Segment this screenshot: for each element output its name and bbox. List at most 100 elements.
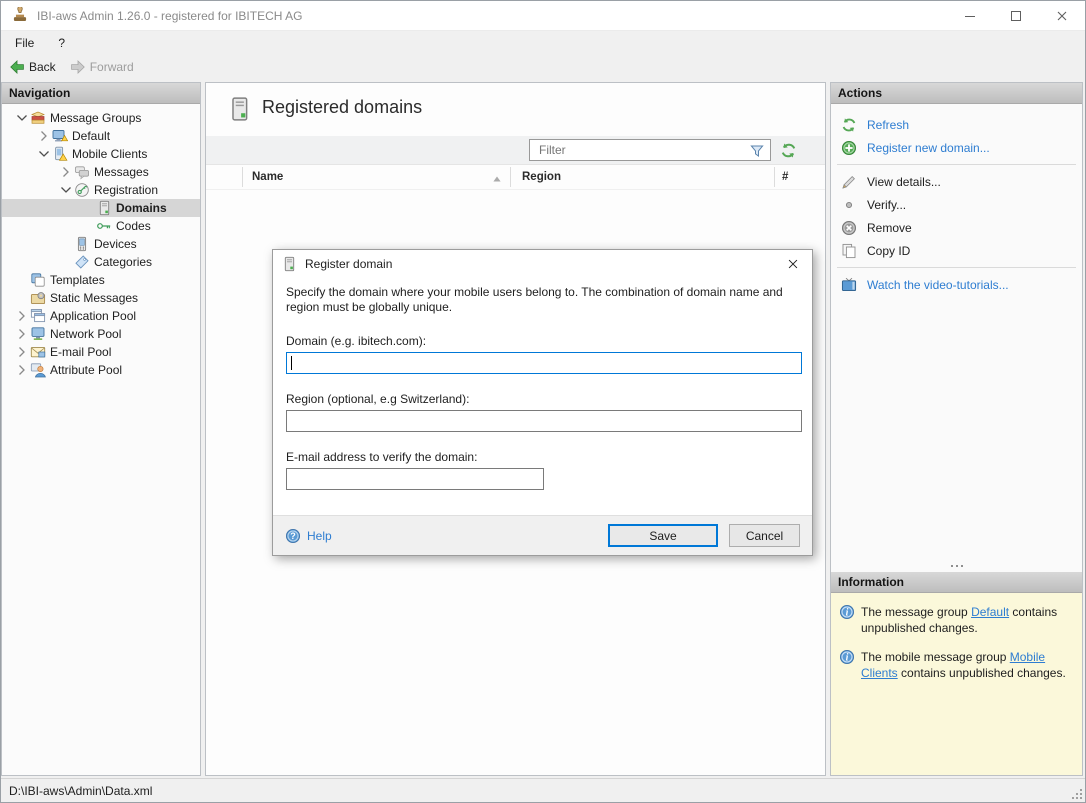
navigation-panel: Navigation Message Groups Default Mobile… [1, 82, 201, 776]
forward-label: Forward [90, 60, 134, 74]
email-field-box [286, 468, 544, 490]
chevron-right-icon[interactable] [36, 128, 52, 144]
remove-circle-icon [841, 220, 857, 236]
domain-input[interactable] [287, 353, 801, 373]
message-groups-icon [30, 110, 46, 126]
filter-funnel-icon[interactable] [749, 143, 765, 159]
tree-item-default[interactable]: Default [2, 127, 200, 145]
text-caret [291, 356, 292, 370]
filter-strip [206, 136, 825, 164]
chevron-down-icon[interactable] [58, 182, 74, 198]
tree-item-categories[interactable]: Categories [2, 253, 200, 271]
monitor-warning-icon [52, 128, 68, 144]
info-circle-icon [839, 649, 855, 665]
page-title: Registered domains [262, 97, 422, 118]
info-link-default[interactable]: Default [971, 605, 1009, 619]
close-button[interactable] [1039, 1, 1085, 30]
help-link[interactable]: Help [285, 528, 332, 544]
tree-item-email-pool[interactable]: E-mail Pool [2, 343, 200, 361]
info-item: The message group Default contains unpub… [839, 604, 1074, 636]
dialog-title: Register domain [305, 257, 392, 271]
tree-item-domains[interactable]: Domains [2, 199, 200, 217]
tree-item-devices[interactable]: Devices [2, 235, 200, 253]
attribute-pool-icon [30, 362, 46, 378]
dialog-buttons: Save Cancel [608, 524, 800, 547]
add-circle-icon [841, 140, 857, 156]
tree-item-network-pool[interactable]: Network Pool [2, 325, 200, 343]
back-button[interactable]: Back [3, 57, 62, 77]
action-copy-id[interactable]: Copy ID [831, 239, 1082, 262]
twisty-spacer [14, 290, 30, 306]
dialog-close-button[interactable] [782, 253, 804, 275]
tree-item-templates[interactable]: Templates [2, 271, 200, 289]
column-header-name[interactable]: Name [252, 171, 283, 183]
tv-icon [841, 277, 857, 293]
application-pool-icon [30, 308, 46, 324]
window-controls [947, 1, 1085, 30]
tree-item-mobile-clients[interactable]: Mobile Clients [2, 145, 200, 163]
forward-button[interactable]: Forward [64, 57, 140, 77]
window-title: IBI-aws Admin 1.26.0 - registered for IB… [37, 9, 302, 23]
tree-item-codes[interactable]: Codes [2, 217, 200, 235]
action-refresh[interactable]: Refresh [831, 113, 1082, 136]
maximize-button[interactable] [993, 1, 1039, 30]
chevron-right-icon[interactable] [14, 344, 30, 360]
status-bar: D:\IBI-aws\Admin\Data.xml [1, 778, 1085, 802]
navigation-header: Navigation [2, 83, 200, 104]
panel-splitter[interactable] [831, 560, 1082, 572]
tree-item-registration[interactable]: Registration [2, 181, 200, 199]
registration-icon [74, 182, 90, 198]
chevron-right-icon[interactable] [14, 362, 30, 378]
cancel-button[interactable]: Cancel [729, 524, 800, 547]
actions-header: Actions [831, 83, 1082, 104]
forward-icon [70, 59, 86, 75]
action-remove[interactable]: Remove [831, 216, 1082, 239]
right-panel: Actions Refresh Register new domain... V… [830, 82, 1083, 776]
copy-icon [841, 243, 857, 259]
dialog-body: Specify the domain where your mobile use… [273, 277, 812, 490]
tree-item-application-pool[interactable]: Application Pool [2, 307, 200, 325]
chevron-right-icon[interactable] [58, 164, 74, 180]
help-circle-icon [285, 528, 301, 544]
action-verify[interactable]: Verify... [831, 193, 1082, 216]
column-header-count[interactable]: # [782, 171, 788, 183]
column-header-region[interactable]: Region [522, 171, 561, 183]
refresh-icon [841, 117, 857, 133]
dialog-description: Specify the domain where your mobile use… [286, 285, 794, 315]
mobile-warning-icon [52, 146, 68, 162]
action-watch-video-tutorials[interactable]: Watch the video-tutorials... [831, 273, 1082, 296]
filter-input[interactable] [530, 140, 770, 160]
menu-file[interactable]: File [5, 33, 44, 53]
info-text: The message group Default contains unpub… [861, 604, 1074, 636]
minimize-button[interactable] [947, 1, 993, 30]
phone-icon [74, 236, 90, 252]
tree-item-message-groups[interactable]: Message Groups [2, 109, 200, 127]
tree-item-messages[interactable]: Messages [2, 163, 200, 181]
register-domain-dialog: Register domain Specify the domain where… [272, 249, 813, 556]
save-button[interactable]: Save [608, 524, 718, 547]
column-separator [510, 167, 511, 187]
region-label: Region (optional, e.g Switzerland): [286, 392, 800, 406]
menu-help[interactable]: ? [48, 33, 75, 53]
resize-grip[interactable] [1072, 789, 1082, 799]
refresh-icon[interactable] [780, 142, 797, 159]
tool-bar: Back Forward [1, 55, 1085, 79]
action-register-new-domain[interactable]: Register new domain... [831, 136, 1082, 159]
chevron-right-icon[interactable] [14, 326, 30, 342]
tree-item-static-messages[interactable]: Static Messages [2, 289, 200, 307]
tag-icon [74, 254, 90, 270]
tree-item-attribute-pool[interactable]: Attribute Pool [2, 361, 200, 379]
email-input[interactable] [287, 469, 543, 489]
action-view-details[interactable]: View details... [831, 170, 1082, 193]
twisty-spacer [58, 254, 74, 270]
region-input[interactable] [287, 411, 801, 431]
chevron-down-icon[interactable] [36, 146, 52, 162]
filter-box [529, 139, 771, 161]
domains-icon [96, 200, 112, 216]
navigation-tree: Message Groups Default Mobile Clients Me… [2, 104, 200, 379]
region-field-box [286, 410, 802, 432]
email-pool-icon [30, 344, 46, 360]
chevron-down-icon[interactable] [14, 110, 30, 126]
bullet-icon [841, 197, 857, 213]
chevron-right-icon[interactable] [14, 308, 30, 324]
